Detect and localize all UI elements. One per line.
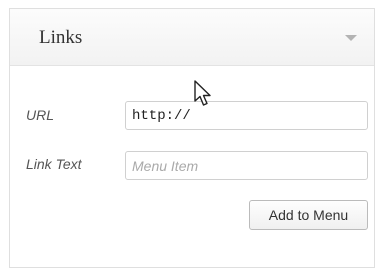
link-text-label: Link Text: [26, 156, 82, 172]
panel-header[interactable]: Links: [10, 9, 374, 66]
chevron-down-icon[interactable]: [345, 35, 357, 41]
link-text-input[interactable]: [125, 151, 368, 180]
url-input[interactable]: [125, 101, 368, 130]
url-label: URL: [26, 107, 55, 123]
links-panel: Links URL Link Text Add to Menu: [9, 8, 375, 268]
add-to-menu-button[interactable]: Add to Menu: [249, 200, 368, 230]
panel-title: Links: [39, 27, 83, 48]
mouse-pointer-icon: [194, 80, 211, 106]
